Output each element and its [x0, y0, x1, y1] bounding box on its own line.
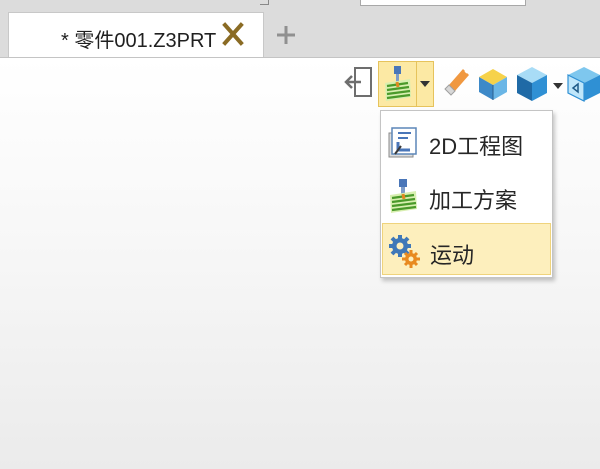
eraser-icon[interactable] [443, 66, 471, 98]
top-strip [0, 0, 600, 10]
machining-icon [385, 66, 411, 101]
close-x-icon[interactable] [222, 22, 244, 46]
menu-item-label: 运动 [430, 243, 475, 268]
cube-icon[interactable] [476, 66, 510, 102]
exit-icon[interactable] [344, 65, 374, 99]
machining-split-button[interactable] [378, 61, 434, 107]
menu-item-machining[interactable]: 加工方案 [382, 169, 551, 222]
drawing-icon [388, 127, 417, 158]
top-strip-mark [260, 0, 269, 5]
tab-bar: * 零件001.Z3PRT [0, 10, 600, 58]
plus-icon[interactable] [274, 23, 298, 47]
dropdown-arrow-icon[interactable] [420, 80, 430, 88]
gears-icon [389, 235, 420, 268]
machining-icon [390, 179, 417, 213]
split-divider [416, 62, 417, 106]
menu-item-label: 2D工程图 [429, 134, 524, 159]
view-cube-icon[interactable] [566, 64, 600, 104]
menu-item-2d-drawing[interactable]: 2D工程图 [382, 115, 551, 168]
menu-item-motion[interactable]: 运动 [382, 223, 551, 275]
dropdown-menu: 2D工程图 加工方案 运动 [380, 110, 553, 278]
dropdown-arrow-icon[interactable] [553, 82, 563, 90]
tab-title: * 零件001.Z3PRT [61, 30, 217, 52]
shaded-cube-icon[interactable] [514, 64, 550, 104]
tab-part001[interactable]: * 零件001.Z3PRT [8, 12, 264, 57]
menu-item-label: 加工方案 [429, 188, 518, 213]
top-input-field[interactable] [360, 0, 526, 6]
